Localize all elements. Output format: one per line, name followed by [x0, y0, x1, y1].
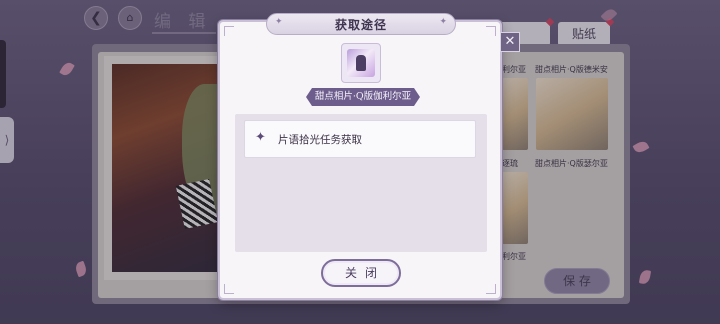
- corner-ornament: [224, 284, 234, 294]
- item-icon: [341, 43, 381, 83]
- source-text: 片语拾光任务获取: [278, 134, 362, 146]
- four-point-star-icon: ✦: [439, 17, 447, 27]
- dialog-header: ✦ 获取途径 ✦: [266, 13, 456, 35]
- acquisition-dialog: ✦ 获取途径 ✦ 甜点相片·Q版伽利尔亚 ✦ 片语拾光任务获取 关闭: [218, 13, 502, 300]
- source-row[interactable]: ✦ 片语拾光任务获取: [244, 120, 476, 158]
- close-button-label: 关闭: [344, 266, 385, 280]
- item-icon-figure: [356, 55, 366, 71]
- close-dialog-button[interactable]: 关闭: [321, 259, 401, 287]
- four-point-star-icon: ✦: [275, 17, 283, 27]
- four-point-star-icon: ✦: [255, 130, 266, 145]
- item-name-ribbon: 甜点相片·Q版伽利尔亚: [306, 88, 420, 106]
- sources-panel: ✦ 片语拾光任务获取: [235, 114, 487, 252]
- item-icon-art: [347, 49, 375, 77]
- corner-ornament: [224, 26, 234, 36]
- corner-ornament: [486, 26, 496, 36]
- dialog-title: 获取途径: [334, 18, 387, 32]
- corner-ornament: [486, 284, 496, 294]
- close-x-icon[interactable]: ✕: [500, 32, 520, 52]
